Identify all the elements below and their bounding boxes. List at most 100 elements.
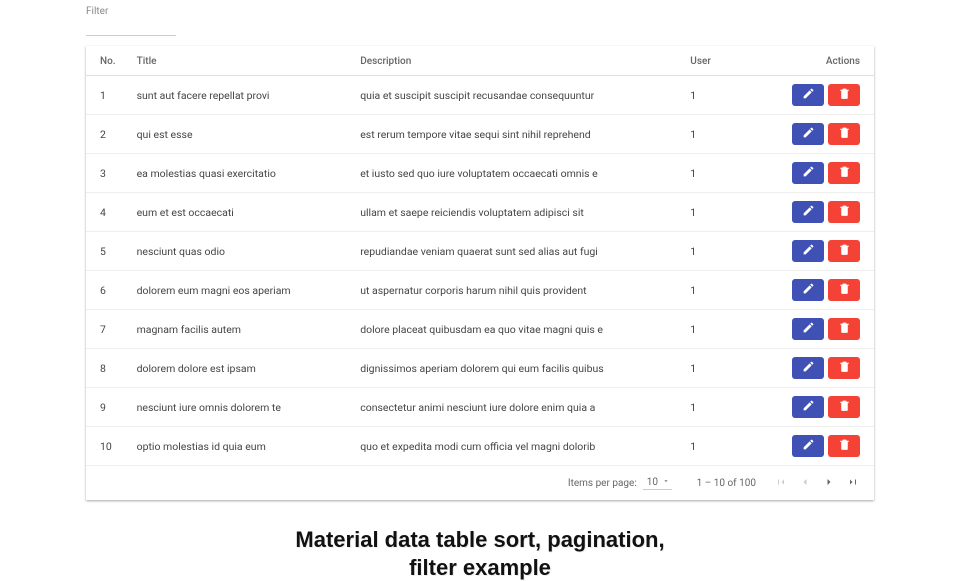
filter-field: Filter <box>86 6 874 36</box>
data-table-card: No. Title Description User Actions 1 sunt… <box>86 46 874 500</box>
cell-actions <box>746 193 874 232</box>
edit-button[interactable] <box>792 162 824 184</box>
pencil-icon <box>802 204 815 220</box>
edit-button[interactable] <box>792 357 824 379</box>
col-header-actions: Actions <box>746 46 874 76</box>
prev-page-button[interactable] <box>794 472 816 494</box>
cell-actions <box>746 154 874 193</box>
delete-button[interactable] <box>828 357 860 379</box>
table-row: 1 sunt aut facere repellat proviquia et s… <box>86 76 874 115</box>
table-row: 9nesciunt iure omnis dolorem teconsectet… <box>86 388 874 427</box>
cell-no: 6 <box>86 271 129 310</box>
edit-button[interactable] <box>792 279 824 301</box>
delete-button[interactable] <box>828 318 860 340</box>
cell-actions <box>746 271 874 310</box>
first-page-button[interactable] <box>770 472 792 494</box>
table-row: 10optio molestias id quia eumquo et expe… <box>86 427 874 466</box>
cell-actions <box>746 310 874 349</box>
trash-icon <box>838 282 851 298</box>
pencil-icon <box>802 87 815 103</box>
cell-title: nesciunt quas odio <box>129 232 353 271</box>
cell-title: eum et est occaecati <box>129 193 353 232</box>
trash-icon <box>838 399 851 415</box>
edit-button[interactable] <box>792 201 824 223</box>
table-row: 4eum et est occaecatiullam et saepe reic… <box>86 193 874 232</box>
col-header-no[interactable]: No. <box>86 46 129 76</box>
delete-button[interactable] <box>828 201 860 223</box>
cell-user: 1 <box>682 310 746 349</box>
edit-button[interactable] <box>792 84 824 106</box>
col-header-user[interactable]: User <box>682 46 746 76</box>
cell-actions <box>746 115 874 154</box>
delete-button[interactable] <box>828 240 860 262</box>
cell-user: 1 <box>682 76 746 115</box>
cell-user: 1 <box>682 271 746 310</box>
table-row: 6dolorem eum magni eos aperiamut asperna… <box>86 271 874 310</box>
chevron-right-icon <box>823 476 835 491</box>
chevron-left-icon <box>799 476 811 491</box>
cell-no: 7 <box>86 310 129 349</box>
cell-user: 1 <box>682 115 746 154</box>
paginator-nav <box>770 472 864 494</box>
cell-desc: quia et suscipit suscipit recusandae con… <box>352 76 682 115</box>
table-row: 5nesciunt quas odiorepudiandae veniam qu… <box>86 232 874 271</box>
first-page-icon <box>775 476 787 491</box>
last-page-icon <box>847 476 859 491</box>
cell-user: 1 <box>682 349 746 388</box>
cell-actions <box>746 232 874 271</box>
cell-no: 4 <box>86 193 129 232</box>
col-header-desc[interactable]: Description <box>352 46 682 76</box>
edit-button[interactable] <box>792 435 824 457</box>
cell-desc: est rerum tempore vitae sequi sint nihil… <box>352 115 682 154</box>
cell-desc: quo et expedita modi cum officia vel mag… <box>352 427 682 466</box>
edit-button[interactable] <box>792 240 824 262</box>
pencil-icon <box>802 321 815 337</box>
cell-title: sunt aut facere repellat provi <box>129 76 353 115</box>
filter-input[interactable] <box>86 19 176 36</box>
cell-no: 9 <box>86 388 129 427</box>
pencil-icon <box>802 243 815 259</box>
cell-desc: dignissimos aperiam dolorem qui eum faci… <box>352 349 682 388</box>
table-row: 2qui est esseest rerum tempore vitae seq… <box>86 115 874 154</box>
cell-desc: dolore placeat quibusdam ea quo vitae ma… <box>352 310 682 349</box>
cell-title: nesciunt iure omnis dolorem te <box>129 388 353 427</box>
edit-button[interactable] <box>792 396 824 418</box>
page-size-select[interactable]: 10 <box>643 477 672 490</box>
cell-no: 5 <box>86 232 129 271</box>
caption: Material data table sort, pagination, fi… <box>86 526 874 581</box>
cell-desc: repudiandae veniam quaerat sunt sed alia… <box>352 232 682 271</box>
paginator-range: 1 – 10 of 100 <box>686 478 756 489</box>
next-page-button[interactable] <box>818 472 840 494</box>
delete-button[interactable] <box>828 123 860 145</box>
cell-actions <box>746 76 874 115</box>
caption-line1: Material data table sort, pagination, <box>86 526 874 554</box>
items-per-page-label: Items per page: <box>568 478 637 489</box>
delete-button[interactable] <box>828 279 860 301</box>
cell-user: 1 <box>682 388 746 427</box>
cell-no: 3 <box>86 154 129 193</box>
delete-button[interactable] <box>828 84 860 106</box>
cell-no: 8 <box>86 349 129 388</box>
paginator-size: Items per page: 10 <box>568 477 672 490</box>
trash-icon <box>838 126 851 142</box>
trash-icon <box>838 360 851 376</box>
cell-actions <box>746 427 874 466</box>
last-page-button[interactable] <box>842 472 864 494</box>
delete-button[interactable] <box>828 162 860 184</box>
delete-button[interactable] <box>828 396 860 418</box>
edit-button[interactable] <box>792 123 824 145</box>
trash-icon <box>838 321 851 337</box>
cell-actions <box>746 388 874 427</box>
edit-button[interactable] <box>792 318 824 340</box>
col-header-title[interactable]: Title <box>129 46 353 76</box>
cell-title: qui est esse <box>129 115 353 154</box>
trash-icon <box>838 165 851 181</box>
table-row: 3ea molestias quasi exercitatioet iusto … <box>86 154 874 193</box>
delete-button[interactable] <box>828 435 860 457</box>
pencil-icon <box>802 399 815 415</box>
trash-icon <box>838 87 851 103</box>
pencil-icon <box>802 438 815 454</box>
trash-icon <box>838 438 851 454</box>
table-row: 8dolorem dolore est ipsamdignissimos ape… <box>86 349 874 388</box>
cell-title: dolorem eum magni eos aperiam <box>129 271 353 310</box>
